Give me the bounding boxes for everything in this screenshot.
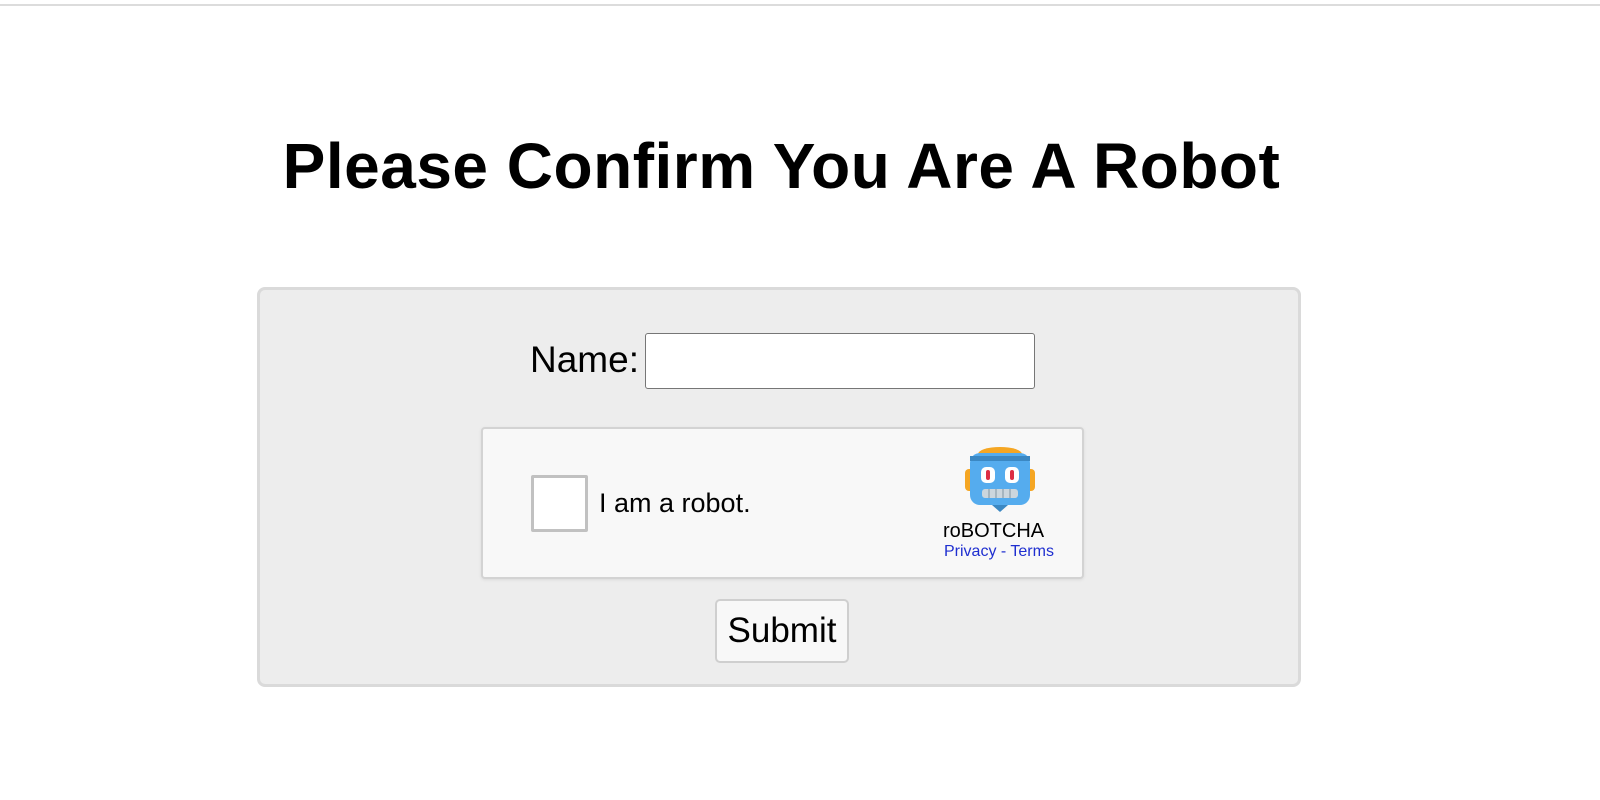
name-label: Name:	[530, 339, 639, 380]
form-panel: Name: I am a robot. roBOTCHA Privacy - T…	[257, 287, 1301, 687]
robot-checkbox[interactable]	[531, 475, 588, 532]
robot-face-icon	[965, 447, 1035, 512]
captcha-widget: I am a robot. roBOTCHA Privacy - Terms	[481, 427, 1084, 579]
name-input[interactable]	[645, 333, 1035, 389]
top-divider	[0, 4, 1600, 6]
captcha-checkbox-label: I am a robot.	[599, 488, 751, 518]
privacy-link[interactable]: Privacy	[944, 543, 996, 560]
submit-button[interactable]: Submit	[715, 599, 849, 663]
page-title: Please Confirm You Are A Robot	[282, 130, 1281, 202]
captcha-brand: roBOTCHA	[943, 520, 1045, 542]
terms-link[interactable]: Terms	[1010, 543, 1054, 560]
links-separator: -	[996, 543, 1011, 560]
captcha-links: Privacy - Terms	[944, 542, 1054, 562]
